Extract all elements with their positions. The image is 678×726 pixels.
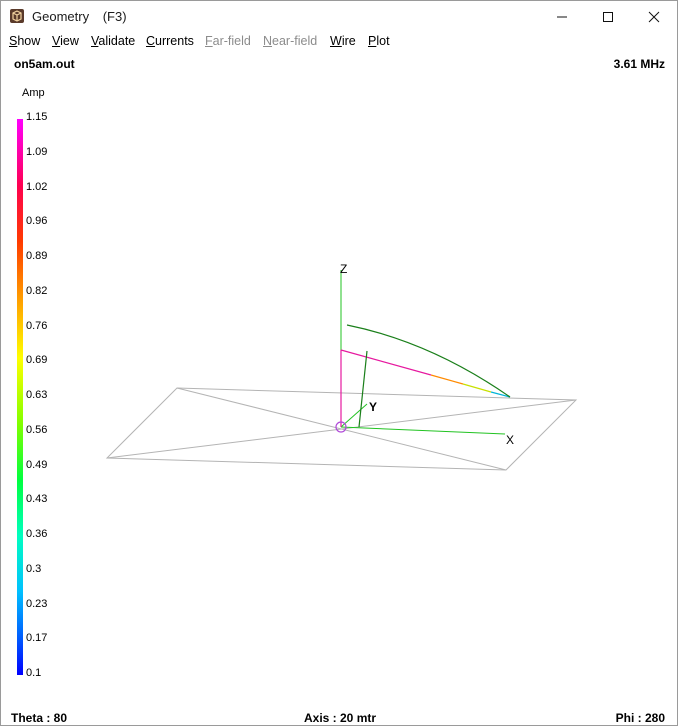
close-icon <box>648 11 660 22</box>
title-bar[interactable]: Geometry (F3) <box>1 1 677 32</box>
maximize-icon <box>603 11 613 22</box>
menu-bar: Show View Validate Currents Far-field Ne… <box>1 32 677 52</box>
wire-segment-c <box>462 383 492 393</box>
minimize-button[interactable] <box>539 1 585 32</box>
maximize-button[interactable] <box>585 1 631 32</box>
vertical-wire-2 <box>358 350 368 428</box>
y-axis-label: Y <box>369 400 377 414</box>
menu-show[interactable]: Show <box>9 34 40 48</box>
window-shortcut: (F3) <box>102 9 127 24</box>
app-cube-icon <box>10 9 24 23</box>
wire-segment-b <box>430 374 464 385</box>
geometry-window: Geometry (F3) Show View Validate Current… <box>0 0 678 726</box>
x-axis-label: X <box>506 433 514 447</box>
minimize-icon <box>557 16 567 17</box>
geometry-canvas[interactable]: on5am.out 3.61 MHz Amp 1.15 1.09 1.02 0.… <box>1 52 677 725</box>
menu-currents[interactable]: Currents <box>146 34 194 48</box>
coordinate-axes <box>340 270 506 435</box>
geometry-plot: Z Y X <box>105 262 578 471</box>
phi-readout: Phi : 280 <box>615 711 665 725</box>
menu-view[interactable]: View <box>52 34 79 48</box>
window-title: Geometry (F3) <box>32 9 127 24</box>
menu-wire[interactable]: Wire <box>330 34 356 48</box>
window-title-text: Geometry <box>32 9 90 24</box>
menu-plot[interactable]: Plot <box>368 34 390 48</box>
axis-length-readout: Axis : 20 mtr <box>304 711 377 725</box>
close-button[interactable] <box>631 1 677 32</box>
z-axis-label: Z <box>340 262 347 276</box>
theta-readout: Theta : 80 <box>11 711 68 725</box>
upper-wire <box>346 324 511 398</box>
wire-segment-a <box>340 349 432 376</box>
menu-validate[interactable]: Validate <box>91 34 135 48</box>
x-axis-line <box>340 426 506 435</box>
menu-far-field[interactable]: Far-field <box>205 34 251 48</box>
menu-near-field[interactable]: Near-field <box>263 34 317 48</box>
